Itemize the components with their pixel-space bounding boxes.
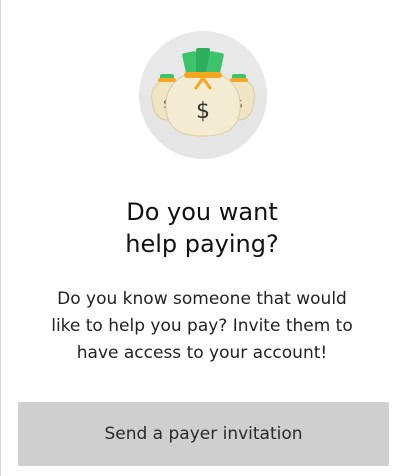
description-line-2: like to help you pay? Invite them to — [51, 316, 353, 336]
help-paying-card: $ $ $ Do you w — [0, 0, 404, 476]
svg-text:$: $ — [196, 99, 210, 124]
money-bags-icon: $ $ $ — [138, 30, 268, 160]
description-line-3: have access to your account! — [76, 343, 328, 363]
heading-line-1: Do you want — [126, 198, 278, 226]
send-payer-invitation-button[interactable]: Send a payer invitation — [18, 402, 389, 466]
description-line-1: Do you know someone that would — [57, 289, 347, 309]
heading-line-2: help paying? — [125, 230, 279, 258]
